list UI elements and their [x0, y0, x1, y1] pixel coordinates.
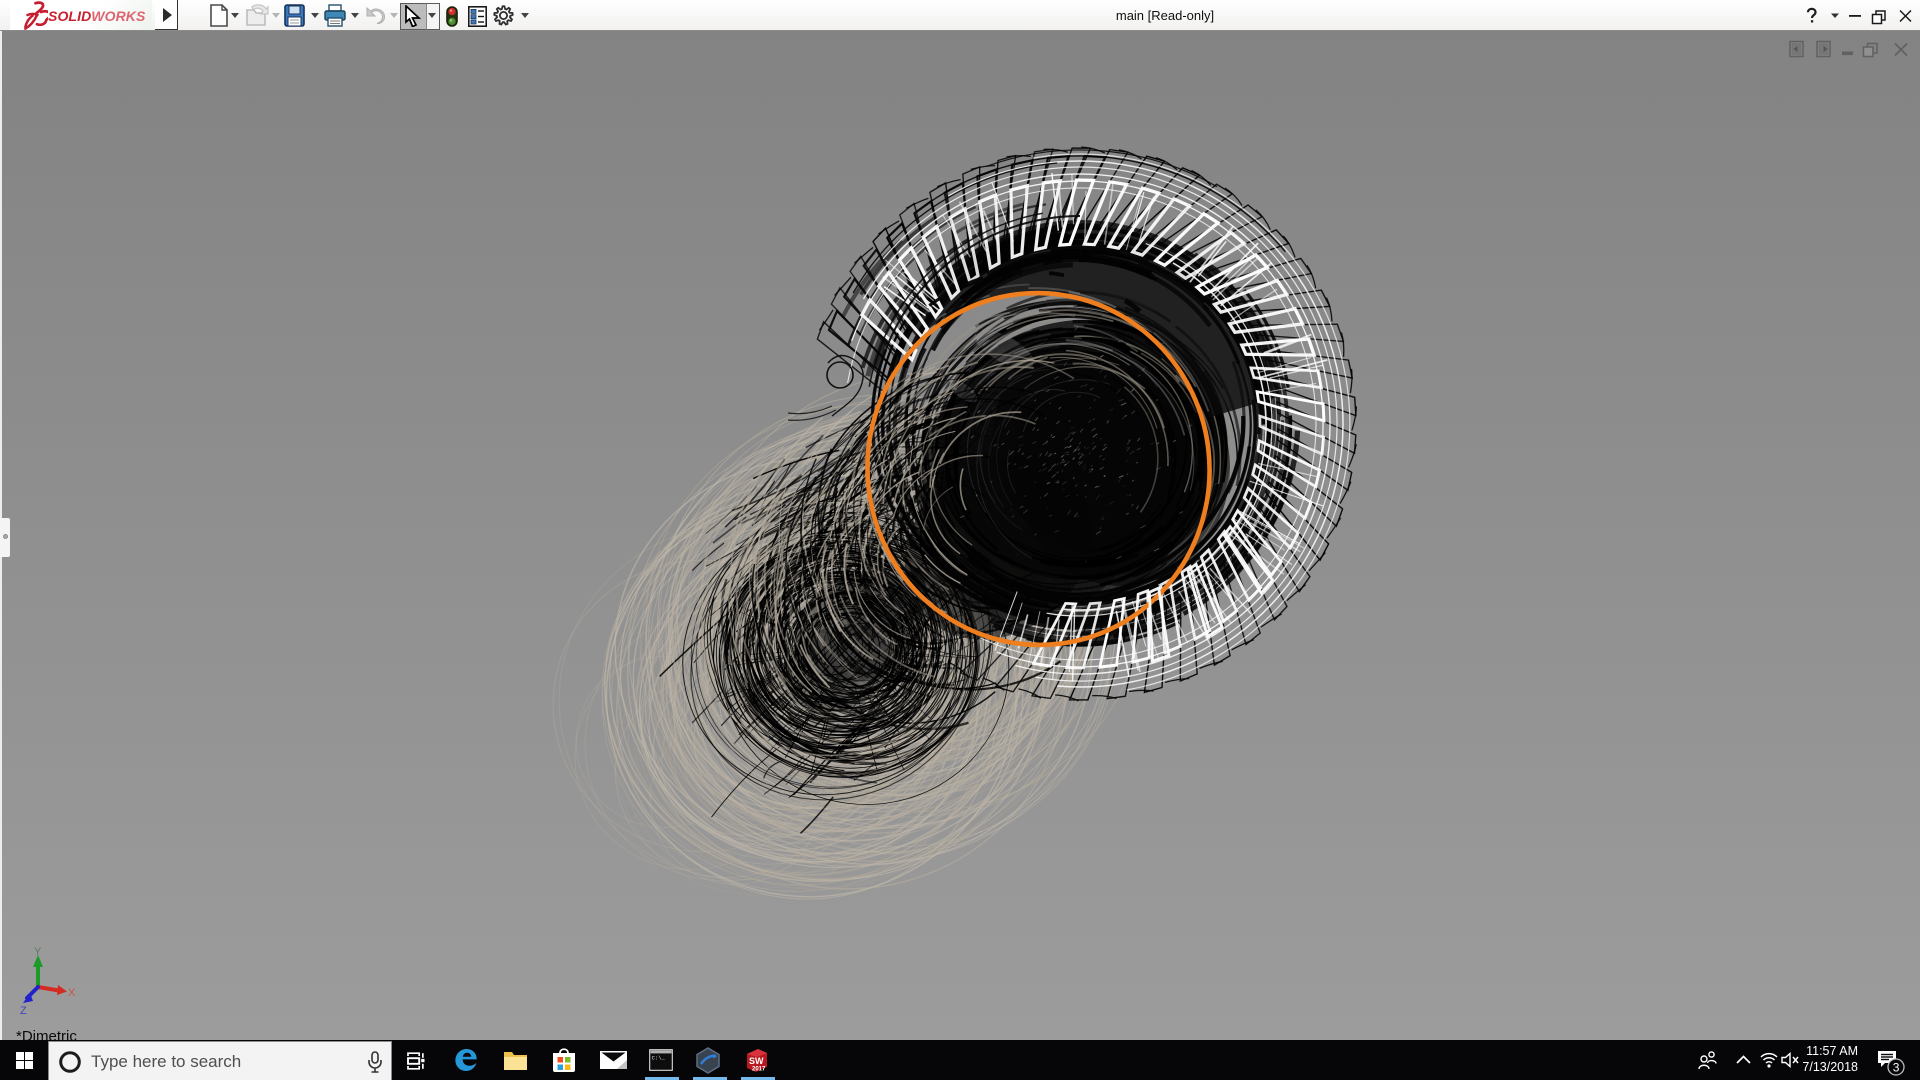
svg-text:C:\_: C:\_: [652, 1055, 666, 1062]
svg-text:3: 3: [1893, 1061, 1900, 1075]
svg-text:2017: 2017: [752, 1067, 766, 1073]
svg-text:SW: SW: [749, 1056, 764, 1066]
svg-text:Z: Z: [20, 1005, 27, 1017]
svg-text:X: X: [68, 987, 76, 999]
